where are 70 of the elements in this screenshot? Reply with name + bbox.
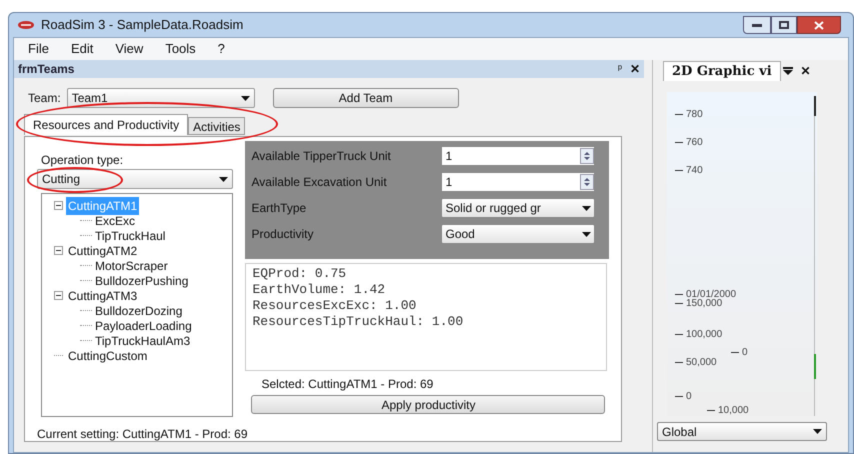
combo-box[interactable]: Solid or rugged gr xyxy=(441,198,596,218)
panel-tab[interactable]: 2D Graphic vi xyxy=(663,60,781,82)
app-logo-icon xyxy=(17,20,35,30)
menu-item[interactable]: File xyxy=(28,39,49,59)
menu-item[interactable]: Tools xyxy=(165,39,196,59)
result-line: EarthVolume: 1.42 xyxy=(252,282,386,298)
axis-label: 740 xyxy=(675,166,703,176)
apply-productivity-button[interactable]: Apply productivity xyxy=(251,395,606,414)
collapse-icon[interactable] xyxy=(54,201,63,210)
tree-item[interactable]: CuttingATM2 xyxy=(66,242,140,260)
add-team-button[interactable]: Add Team xyxy=(272,88,459,108)
axis-label: 10,000 xyxy=(707,406,749,416)
axis-label: 150,000 xyxy=(675,299,722,309)
spin-field[interactable]: 1 xyxy=(441,146,596,166)
tree-item[interactable]: CuttingATM3 xyxy=(66,286,140,304)
panel-close-button[interactable]: ✕ xyxy=(800,62,811,80)
result-line: ResourcesTipTruckHaul: 1.00 xyxy=(252,314,464,330)
tree-item[interactable]: TipTruckHaulAm3 xyxy=(93,332,192,350)
team-dropdown[interactable]: Team1 xyxy=(66,88,255,108)
maximize-button[interactable] xyxy=(771,16,797,34)
menu-item[interactable]: Edit xyxy=(70,39,94,59)
axis-label: 0 xyxy=(675,392,692,402)
spin-field[interactable]: 1 xyxy=(441,172,596,192)
view-dropdown[interactable]: Global xyxy=(657,422,827,441)
tree-item[interactable]: BulldozerDozing xyxy=(93,302,184,320)
menu-item[interactable]: View xyxy=(115,39,144,59)
collapse-icon[interactable] xyxy=(54,246,63,255)
field-label: Productivity xyxy=(251,226,315,243)
axis-label: 780 xyxy=(675,110,703,120)
window-title: RoadSim 3 - SampleData.Roadsim xyxy=(41,16,244,34)
combo-box[interactable]: Good xyxy=(441,224,596,244)
field-label: Available TipperTruck Unit xyxy=(251,148,392,165)
operation-type-dropdown[interactable]: Cutting xyxy=(37,169,234,189)
tab[interactable]: Activities xyxy=(188,117,246,135)
axis-label: 760 xyxy=(675,138,703,148)
pin-button[interactable]: ᵖ xyxy=(618,60,622,78)
dropdown-caret-icon[interactable] xyxy=(782,67,793,75)
spin-arrows-icon[interactable] xyxy=(580,148,594,164)
close-button[interactable] xyxy=(797,16,841,34)
dropdown-caret-icon xyxy=(582,206,592,210)
tree-item[interactable]: PayloaderLoading xyxy=(93,316,194,334)
tree-item[interactable]: CuttingCustom xyxy=(66,346,150,364)
minimize-button[interactable] xyxy=(743,16,771,34)
field-label: EarthType xyxy=(251,200,308,217)
dropdown-caret-icon xyxy=(240,96,250,100)
close-icon xyxy=(814,20,824,30)
field-label: Available Excavation Unit xyxy=(251,174,388,191)
panel-title: frmTeams xyxy=(18,61,74,78)
panel-close-button[interactable]: ✕ xyxy=(630,60,640,78)
selected-label: Selcted: CuttingATM1 - Prod: 69 xyxy=(261,376,434,393)
tree-item[interactable]: MotorScraper xyxy=(93,256,170,274)
collapse-icon[interactable] xyxy=(54,291,63,300)
dropdown-caret-icon xyxy=(813,429,822,434)
menu-item[interactable]: ? xyxy=(218,39,225,59)
axis-label: 50,000 xyxy=(675,358,717,368)
operation-type-label: Operation type: xyxy=(41,152,124,169)
axis-label: 01/01/2000 xyxy=(675,290,736,300)
axis-label: 0 xyxy=(731,348,748,358)
tab[interactable]: Resources and Productivity xyxy=(24,114,188,135)
team-label: Team: xyxy=(28,90,61,107)
result-line: ResourcesExcExc: 1.00 xyxy=(252,298,418,314)
current-setting-label: Current setting: CuttingATM1 - Prod: 69 xyxy=(37,426,249,443)
dropdown-caret-icon xyxy=(219,176,228,182)
result-line: EQProd: 0.75 xyxy=(252,266,348,282)
axis-label: 100,000 xyxy=(675,330,722,340)
spin-arrows-icon[interactable] xyxy=(580,174,594,190)
dropdown-caret-icon xyxy=(582,232,592,236)
tree-item[interactable]: TipTruckHaul xyxy=(93,226,168,244)
tree-item[interactable]: ExcExc xyxy=(93,212,138,230)
tree-item[interactable]: BulldozerPushing xyxy=(93,272,190,290)
